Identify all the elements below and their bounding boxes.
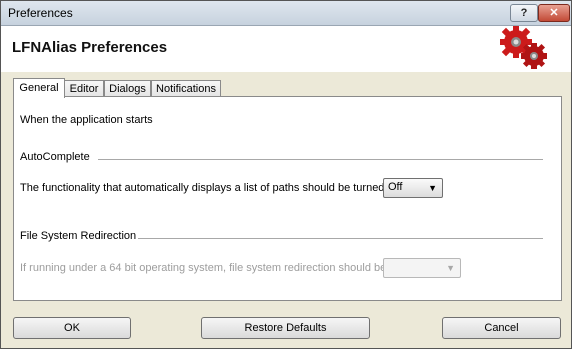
autocomplete-select[interactable]: Off ▼ [383,178,443,198]
general-panel: When the application starts AutoComplete… [13,96,562,301]
redirection-divider [138,238,543,239]
restore-defaults-button[interactable]: Restore Defaults [201,317,370,339]
autocomplete-description: The functionality that automatically dis… [20,182,385,194]
header-banner: LFNAlias Preferences [1,26,571,72]
chevron-down-icon: ▼ [446,263,455,273]
close-button[interactable]: ✕ [538,4,570,22]
redirection-section-label: File System Redirection [20,230,137,242]
window-title: Preferences [8,6,73,20]
gears-icon [500,26,547,69]
title-bar: Preferences ? ✕ [1,1,571,26]
chevron-down-icon: ▼ [428,183,437,193]
page-title: LFNAlias Preferences [12,39,168,56]
tab-editor[interactable]: Editor [64,80,104,97]
ok-button[interactable]: OK [13,317,131,339]
tab-dialogs[interactable]: Dialogs [104,80,151,97]
redirection-select[interactable]: ▼ [383,258,461,278]
cancel-button[interactable]: Cancel [442,317,561,339]
preferences-window: Preferences ? ✕ LFNAlias Preferences Gen… [0,0,572,349]
autocomplete-divider [98,159,543,160]
help-button[interactable]: ? [510,4,538,22]
tab-general[interactable]: General [13,78,65,98]
startup-heading: When the application starts [20,114,153,126]
autocomplete-select-value: Off [388,181,403,193]
autocomplete-section-label: AutoComplete [20,151,90,163]
redirection-description: If running under a 64 bit operating syst… [20,262,387,274]
tab-notifications[interactable]: Notifications [151,80,221,97]
